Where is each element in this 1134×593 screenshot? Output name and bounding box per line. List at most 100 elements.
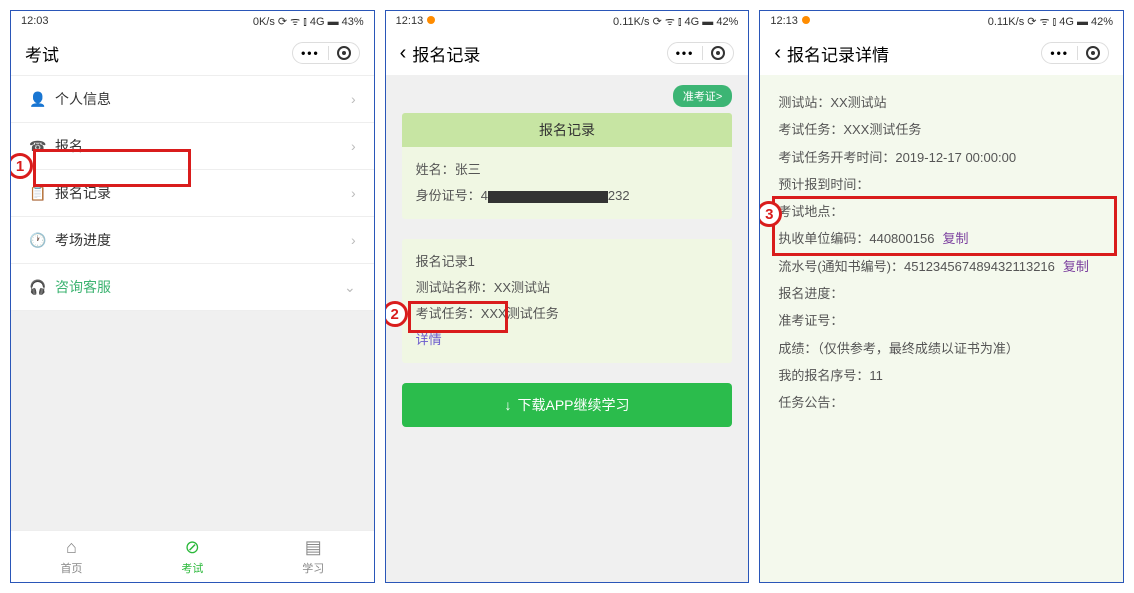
tab-home[interactable]: ⌂ 首页 [60,537,82,576]
list-icon: 📋 [29,185,45,202]
task-line: 考试任务：XXX测试任务 [778,116,1105,143]
miniprogram-capsule[interactable]: ••• [292,42,360,64]
capsule-separator [702,46,703,60]
status-bar: 12:03 0K/s ⟳ ᯤ ⫾ 4G ▬ 43% [11,11,374,31]
checkin-line: 预计报到时间： [778,171,1105,198]
menu-label: 报名记录 [55,183,111,203]
card-header: 报名记录 [402,113,733,147]
annotation-1: 1 [10,153,33,179]
record-title: 报名记录1 [416,249,719,275]
copy-link[interactable]: 复制 [1063,259,1089,274]
annotation-3: 3 [759,201,782,227]
status-bar: 12:13 0.11K/s ⟳ ᯤ ⫾ 4G ▬ 42% [760,11,1123,31]
menu-item-progress[interactable]: 🕐 考场进度 › [11,217,374,264]
tab-label: 学习 [302,560,324,576]
book-icon: ▤ [305,537,322,558]
menu-icon[interactable]: ••• [301,46,320,60]
menu-list: 👤 个人信息 › ☎ 报名 › 📋 报名记录 › 🕐 考场进度 › 🎧 咨询客服 ⌄ [11,75,374,311]
download-label: 下载APP继续学习 [518,397,630,413]
copy-link[interactable]: 复制 [942,231,968,246]
status-time: 12:13 [770,15,810,27]
download-button[interactable]: ↓ 下载APP继续学习 [402,383,733,427]
status-time: 12:03 [21,15,49,27]
status-indicators: 0.11K/s ⟳ ᯤ ⫾ 4G ▬ 42% [613,14,738,29]
menu-label: 咨询客服 [55,277,111,297]
person-icon: 👤 [29,91,45,108]
recording-dot-icon [802,16,810,24]
status-time: 12:13 [396,15,436,27]
location-line: 考试地点： [778,198,1105,225]
headset-icon: 🎧 [29,279,45,296]
phone-screen-2: 12:13 0.11K/s ⟳ ᯤ ⫾ 4G ▬ 42% ‹ 报名记录 ••• … [385,10,750,583]
tab-study[interactable]: ▤ 学习 [302,537,324,576]
empty-area [11,311,374,530]
chevron-down-icon: ⌄ [344,279,356,296]
id-label: 身份证号： [416,188,481,203]
notice-line: 任务公告： [778,389,1105,416]
name-label: 姓名： [416,162,455,177]
menu-item-profile[interactable]: 👤 个人信息 › [11,76,374,123]
page-title: 考试 [25,41,59,66]
task-label: 考试任务： [416,306,481,321]
tab-label: 首页 [60,560,82,576]
ticket-tag[interactable]: 准考证> [673,85,732,107]
menu-label: 考场进度 [55,230,111,250]
close-icon[interactable] [1086,46,1100,60]
tab-label: 考试 [181,560,203,576]
menu-item-records[interactable]: 📋 报名记录 › [11,170,374,217]
annotation-2: 2 [385,301,408,327]
page-title: 报名记录详情 [787,41,889,66]
header: ‹ 报名记录 ••• [386,31,749,75]
chevron-right-icon: › [351,185,356,201]
miniprogram-capsule[interactable]: ••• [667,42,735,64]
menu-item-signup[interactable]: ☎ 报名 › [11,123,374,170]
clock-icon: 🕐 [29,232,45,249]
chevron-right-icon: › [351,138,356,154]
chevron-right-icon: › [351,232,356,248]
menu-item-service[interactable]: 🎧 咨询客服 ⌄ [11,264,374,311]
station-value: XX测试站 [494,280,550,295]
progress-line: 报名进度： [778,280,1105,307]
tab-bar: ⌂ 首页 ⊘ 考试 ▤ 学习 [11,530,374,582]
id-suffix: 232 [608,188,630,203]
back-button[interactable]: ‹ [400,42,407,65]
chevron-right-icon: › [351,91,356,107]
ticket-line: 准考证号： [778,307,1105,334]
station-label: 测试站名称： [416,280,494,295]
download-icon: ↓ [505,397,512,413]
task-value: XXX测试任务 [481,306,559,321]
redacted-id [488,191,608,203]
status-indicators: 0K/s ⟳ ᯤ ⫾ 4G ▬ 43% [253,14,364,29]
station-line: 测试站：XX测试站 [778,89,1105,116]
score-line: 成绩：（仅供参考，最终成绩以证书为准） [778,335,1105,362]
flow-line: 流水号(通知书编号)：451234567489432113216复制 [778,253,1105,280]
phone-icon: ☎ [29,138,45,155]
task-time-line: 考试任务开考时间：2019-12-17 00:00:00 [778,144,1105,171]
collect-line: 执收单位编码：440800156复制 [778,225,1105,252]
menu-label: 个人信息 [55,89,111,109]
user-card: 报名记录 姓名：张三 身份证号：4 232 [402,113,733,219]
capsule-separator [328,46,329,60]
header: 考试 ••• [11,31,374,75]
detail-link[interactable]: 详情 [416,332,442,347]
record-card: 报名记录1 测试站名称：XX测试站 考试任务：XXX测试任务 详情 [402,239,733,363]
menu-icon[interactable]: ••• [676,46,695,60]
id-prefix: 4 [481,188,488,203]
name-value: 张三 [455,162,481,177]
back-button[interactable]: ‹ [774,42,781,65]
header: ‹ 报名记录详情 ••• [760,31,1123,75]
tab-exam[interactable]: ⊘ 考试 [181,537,203,576]
exam-icon: ⊘ [185,537,200,558]
seq-line: 我的报名序号：11 [778,362,1105,389]
home-icon: ⌂ [66,537,77,558]
menu-label: 报名 [55,136,83,156]
miniprogram-capsule[interactable]: ••• [1041,42,1109,64]
phone-screen-1: 12:03 0K/s ⟳ ᯤ ⫾ 4G ▬ 43% 考试 ••• 👤 个人信息 ›… [10,10,375,583]
recording-dot-icon [427,16,435,24]
close-icon[interactable] [337,46,351,60]
page-title: 报名记录 [412,41,480,66]
menu-icon[interactable]: ••• [1050,46,1069,60]
phone-screen-3: 12:13 0.11K/s ⟳ ᯤ ⫾ 4G ▬ 42% ‹ 报名记录详情 ••… [759,10,1124,583]
close-icon[interactable] [711,46,725,60]
status-bar: 12:13 0.11K/s ⟳ ᯤ ⫾ 4G ▬ 42% [386,11,749,31]
